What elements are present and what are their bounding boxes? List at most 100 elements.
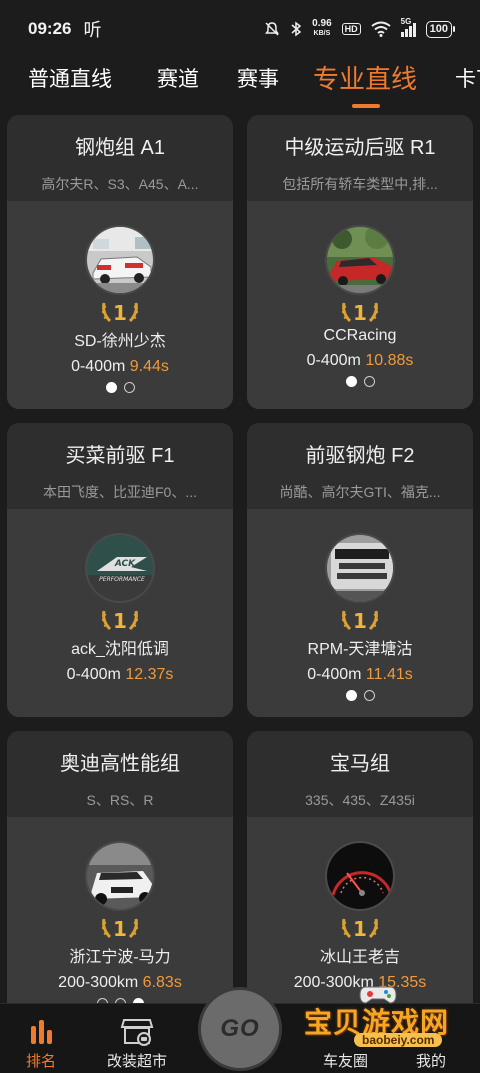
listen-icon: 听 xyxy=(83,20,102,40)
speed-value: 0.96 xyxy=(312,18,332,29)
page-dot[interactable] xyxy=(345,376,357,387)
nav-ranking[interactable]: 排名 xyxy=(26,1016,56,1071)
carousel-dots xyxy=(345,690,375,701)
svg-text:ACK: ACK xyxy=(114,559,136,569)
network-speed: 0.96 KB/S xyxy=(312,19,331,39)
group-models: 335、435、Z435i xyxy=(305,792,415,808)
card-header: 奥迪高性能组 S、RS、R xyxy=(7,731,233,817)
clock: 09:26 xyxy=(28,19,72,38)
nav-mine[interactable]: 我的 xyxy=(416,1016,446,1071)
champion-name: 浙江宁波-马力 xyxy=(69,949,171,966)
go-button[interactable]: GO xyxy=(198,987,282,1071)
tab-karting[interactable]: 卡丁 xyxy=(455,63,480,93)
nav-friends-label: 车友圈 xyxy=(323,1053,369,1070)
record-distance: 200-300km xyxy=(293,974,374,991)
gold-medal-icon: 1 xyxy=(102,609,138,633)
card-header: 钢炮组 A1 高尔夫R、S3、A45、A... xyxy=(7,115,233,201)
ack-performance-logo-icon: ACK PERFORMANCE xyxy=(87,535,153,601)
group-title: 前驱钢炮 F2 xyxy=(305,445,415,467)
best-record: 200-300km 15.35s xyxy=(294,974,427,992)
page-dot[interactable] xyxy=(345,690,357,701)
rank-number: 1 xyxy=(353,609,367,633)
carousel-dots xyxy=(105,382,135,393)
group-card[interactable]: 钢炮组 A1 高尔夫R、S3、A45、A... 1 SD-徐州少杰 0-400m… xyxy=(7,115,233,409)
status-bar: 09:26 听 0.96 KB/S HD 5G 100 xyxy=(0,0,480,58)
gold-medal-icon: 1 xyxy=(342,301,378,325)
card-header: 买菜前驱 F1 本田飞度、比亚迪F0、... xyxy=(7,423,233,509)
white-audi-photo-icon xyxy=(87,843,153,909)
page-dot[interactable] xyxy=(105,382,117,393)
nav-shop[interactable]: 改装超市 xyxy=(107,1016,167,1071)
group-title: 宝马组 xyxy=(330,753,390,775)
carousel-dots xyxy=(345,376,375,387)
champion-avatar[interactable] xyxy=(85,225,155,295)
champion-avatar[interactable] xyxy=(325,841,395,911)
battery-icon: 100 xyxy=(425,20,456,38)
group-card[interactable]: 奥迪高性能组 S、RS、R 1 浙江宁波-马力 200-300km 6.83s xyxy=(7,731,233,1025)
group-models: 包括所有轿车类型中,排... xyxy=(282,176,438,192)
hd-badge: HD xyxy=(341,23,361,35)
champion-panel: 1 浙江宁波-马力 200-300km 6.83s xyxy=(7,817,233,1025)
group-card[interactable]: 买菜前驱 F1 本田飞度、比亚迪F0、... ACK PERFORMANCE 1… xyxy=(7,423,233,717)
shop-store-icon xyxy=(120,1019,154,1046)
bluetooth-icon xyxy=(291,21,302,37)
group-title: 奥迪高性能组 xyxy=(60,753,180,775)
record-time: 12.37s xyxy=(125,666,174,683)
champion-avatar[interactable] xyxy=(85,841,155,911)
champion-name: CCRacing xyxy=(323,327,397,344)
tab-events[interactable]: 赛事 xyxy=(237,63,279,93)
group-card[interactable]: 前驱钢炮 F2 尚酷、高尔夫GTI、福克... 1 RPM-天津塘沽 0-400… xyxy=(247,423,473,717)
group-card[interactable]: 宝马组 335、435、Z435i 1 冰山王老吉 200-300km 15.3… xyxy=(247,731,473,1025)
leaderboard-grid: 钢炮组 A1 高尔夫R、S3、A45、A... 1 SD-徐州少杰 0-400m… xyxy=(7,115,473,1025)
active-tab-indicator xyxy=(352,104,380,108)
signal-icon: 5G xyxy=(400,17,416,37)
champion-panel: 1 冰山王老吉 200-300km 15.35s xyxy=(247,817,473,1025)
nav-ranking-label: 排名 xyxy=(26,1053,57,1070)
champion-avatar[interactable]: ACK PERFORMANCE xyxy=(85,533,155,603)
group-title: 买菜前驱 F1 xyxy=(65,445,175,467)
gold-medal-icon: 1 xyxy=(342,609,378,633)
best-record: 0-400m 12.37s xyxy=(67,666,174,684)
page-dot[interactable] xyxy=(363,376,375,387)
white-race-car-photo-icon xyxy=(87,227,153,293)
champion-avatar[interactable] xyxy=(325,225,395,295)
best-record: 0-400m 11.41s xyxy=(307,666,413,684)
champion-name: ack_沈阳低调 xyxy=(71,641,169,658)
bar-chart-icon xyxy=(31,1020,52,1044)
nav-shop-label: 改装超市 xyxy=(107,1053,168,1070)
champion-avatar[interactable] xyxy=(325,533,395,603)
record-distance: 0-400m xyxy=(66,666,121,683)
tab-normal-straight[interactable]: 普通直线 xyxy=(28,63,112,93)
record-distance: 0-400m xyxy=(306,352,361,369)
svg-text:PERFORMANCE: PERFORMANCE xyxy=(99,576,145,583)
gold-medal-icon: 1 xyxy=(342,917,378,941)
nav-friends[interactable]: 车友圈 xyxy=(323,1016,368,1071)
gold-medal-icon: 1 xyxy=(102,917,138,941)
champion-name: RPM-天津塘沽 xyxy=(307,641,413,658)
page-dot[interactable] xyxy=(123,382,135,393)
mute-bell-icon xyxy=(265,22,280,36)
card-header: 中级运动后驱 R1 包括所有轿车类型中,排... xyxy=(247,115,473,201)
gold-medal-icon: 1 xyxy=(102,301,138,325)
rank-number: 1 xyxy=(113,917,127,941)
dashboard-gauge-photo-icon xyxy=(327,843,393,909)
category-tabs: 普通直线 赛道 赛事 专业直线 卡丁 xyxy=(0,58,480,110)
rear-window-sticker-photo-icon xyxy=(327,535,393,601)
record-distance: 0-400m xyxy=(71,358,126,375)
card-header: 宝马组 335、435、Z435i xyxy=(247,731,473,817)
group-title: 钢炮组 A1 xyxy=(74,137,166,159)
champion-panel: 1 CCRacing 0-400m 10.88s xyxy=(247,201,473,409)
tab-track[interactable]: 赛道 xyxy=(157,63,199,93)
best-record: 0-400m 9.44s xyxy=(71,358,169,376)
champion-name: 冰山王老吉 xyxy=(319,949,400,966)
group-models: S、RS、R xyxy=(86,792,154,808)
rank-number: 1 xyxy=(113,609,127,633)
speed-unit: KB/S xyxy=(313,30,331,37)
nav-mine-label: 我的 xyxy=(416,1053,447,1070)
group-card[interactable]: 中级运动后驱 R1 包括所有轿车类型中,排... 1 CCRacing 0-40… xyxy=(247,115,473,409)
wifi-icon xyxy=(371,21,391,37)
page-dot[interactable] xyxy=(363,690,375,701)
rank-number: 1 xyxy=(113,301,127,325)
tab-pro-straight[interactable]: 专业直线 xyxy=(313,59,417,96)
best-record: 200-300km 6.83s xyxy=(58,974,182,992)
